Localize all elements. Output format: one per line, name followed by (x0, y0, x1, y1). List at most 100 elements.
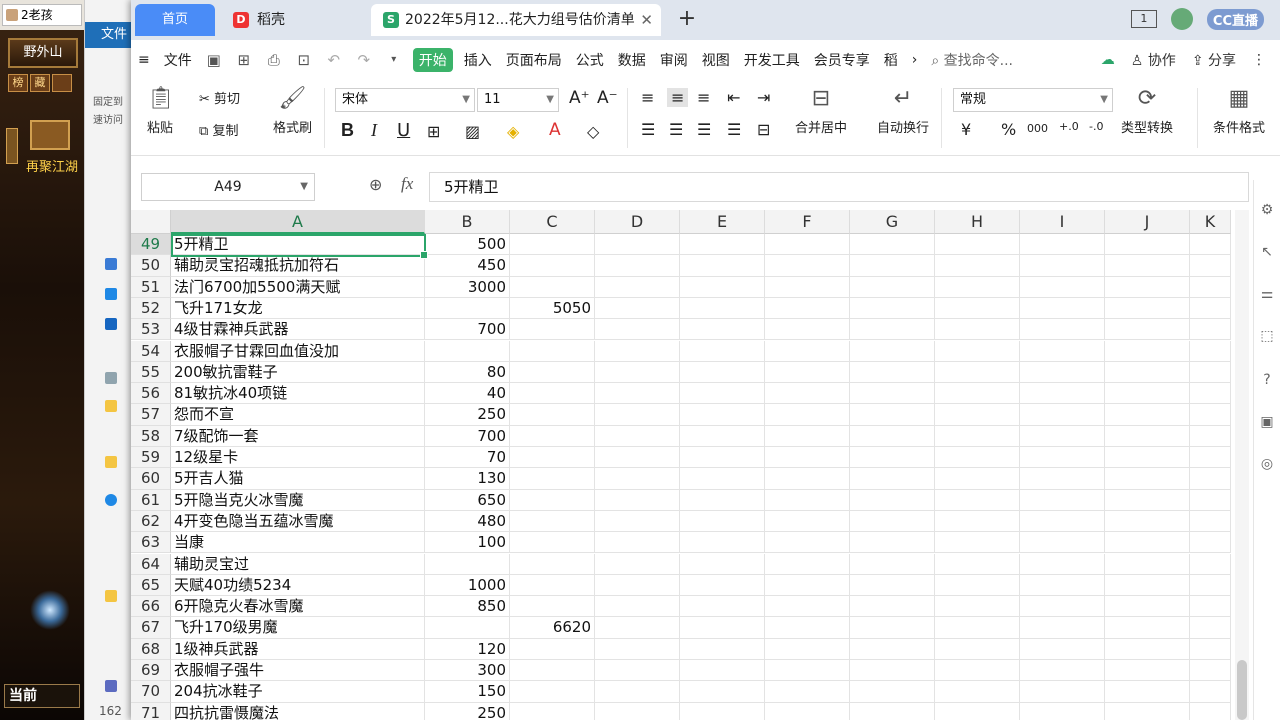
cell-h[interactable] (935, 489, 1020, 511)
computer-icon[interactable] (105, 680, 117, 692)
cell-d[interactable] (595, 447, 680, 469)
hamburger-menu-icon[interactable]: ≡ (131, 52, 157, 68)
conditional-format-button[interactable]: ▦ 条件格式 (1213, 86, 1265, 136)
cell-a[interactable]: 衣服帽子强牛 (171, 660, 425, 682)
cell-h[interactable] (935, 596, 1020, 618)
cell-h[interactable] (935, 383, 1020, 405)
cell-k[interactable] (1190, 702, 1231, 720)
cell-b[interactable]: 250 (425, 702, 510, 720)
cell-d[interactable] (595, 255, 680, 277)
cell-a[interactable]: 1级神兵武器 (171, 638, 425, 660)
cell-h[interactable] (935, 255, 1020, 277)
vertical-scrollbar[interactable] (1235, 210, 1249, 720)
cell-e[interactable] (680, 660, 765, 682)
cell-d[interactable] (595, 468, 680, 490)
column-header-a[interactable]: A (171, 210, 425, 234)
cell-h[interactable] (935, 361, 1020, 384)
cell-i[interactable] (1020, 276, 1105, 298)
customize-quick-access-icon[interactable]: ▾ (381, 49, 407, 71)
row-header[interactable]: 64 (131, 553, 171, 575)
align-middle-icon[interactable]: ≡ (667, 88, 689, 107)
menu-insert[interactable]: 插入 (457, 50, 499, 70)
name-box[interactable]: A49 ▼ (141, 173, 315, 201)
cell-h[interactable] (935, 276, 1020, 298)
cell-g[interactable] (850, 553, 935, 575)
cell-g[interactable] (850, 510, 935, 533)
cell-k[interactable] (1190, 660, 1231, 682)
cell-a[interactable]: 81敏抗冰40项链 (171, 383, 425, 405)
formula-input[interactable]: 5开精卫 (429, 172, 1249, 202)
cell-i[interactable] (1020, 574, 1105, 597)
cell-e[interactable] (680, 510, 765, 533)
font-size-select[interactable]: 11 ▼ (477, 88, 559, 112)
menu-view[interactable]: 视图 (695, 50, 737, 70)
row-header[interactable]: 54 (131, 340, 171, 362)
cell-g[interactable] (850, 276, 935, 298)
cell-i[interactable] (1020, 617, 1105, 639)
cell-e[interactable] (680, 361, 765, 384)
cell-j[interactable] (1105, 617, 1190, 639)
cell-i[interactable] (1020, 234, 1105, 256)
row-header[interactable]: 52 (131, 297, 171, 320)
cell-e[interactable] (680, 489, 765, 511)
row-header[interactable]: 66 (131, 596, 171, 618)
select-all-corner[interactable] (131, 210, 171, 234)
cell-k[interactable] (1190, 617, 1231, 639)
cell-j[interactable] (1105, 319, 1190, 341)
row-header[interactable]: 58 (131, 425, 171, 447)
cell-f[interactable] (765, 319, 850, 341)
cell-d[interactable] (595, 510, 680, 533)
cell-g[interactable] (850, 234, 935, 256)
cell-i[interactable] (1020, 404, 1105, 426)
cell-g[interactable] (850, 340, 935, 362)
cell-d[interactable] (595, 361, 680, 384)
cell-g[interactable] (850, 660, 935, 682)
cell-f[interactable] (765, 489, 850, 511)
cell-f[interactable] (765, 276, 850, 298)
folder-icon[interactable] (105, 456, 117, 468)
increase-decimal-icon[interactable]: +.0 (1059, 120, 1079, 133)
cell-g[interactable] (850, 447, 935, 469)
cell-j[interactable] (1105, 468, 1190, 490)
cell-b[interactable]: 500 (425, 234, 510, 256)
cell-c[interactable] (510, 319, 595, 341)
cell-h[interactable] (935, 340, 1020, 362)
cell-j[interactable] (1105, 532, 1190, 554)
menu-member[interactable]: 会员专享 (807, 50, 877, 70)
font-color-icon[interactable]: A (549, 120, 561, 140)
column-header-c[interactable]: C (510, 210, 595, 234)
cell-h[interactable] (935, 660, 1020, 682)
cell-d[interactable] (595, 276, 680, 298)
cell-i[interactable] (1020, 660, 1105, 682)
cell-j[interactable] (1105, 276, 1190, 298)
cell-k[interactable] (1190, 340, 1231, 362)
cell-a[interactable]: 法门6700加5500满天赋 (171, 276, 425, 298)
align-center-icon[interactable]: ☰ (669, 120, 683, 139)
menu-daoke[interactable]: 稻 (877, 50, 905, 70)
column-header-j[interactable]: J (1105, 210, 1190, 234)
collaborate-button[interactable]: ♙ 协作 (1131, 50, 1176, 70)
menu-formula[interactable]: 公式 (569, 50, 611, 70)
cell-d[interactable] (595, 234, 680, 256)
cell-b[interactable]: 3000 (425, 276, 510, 298)
menu-data[interactable]: 数据 (611, 50, 653, 70)
cell-g[interactable] (850, 468, 935, 490)
cell-a[interactable]: 5开吉人猫 (171, 468, 425, 490)
image-icon[interactable]: ▣ (1259, 414, 1275, 430)
cell-g[interactable] (850, 574, 935, 597)
increase-font-icon[interactable]: A⁺ (569, 88, 590, 108)
cell-i[interactable] (1020, 255, 1105, 277)
cell-k[interactable] (1190, 638, 1231, 660)
cell-f[interactable] (765, 234, 850, 256)
cell-j[interactable] (1105, 553, 1190, 575)
increase-indent-icon[interactable]: ⇥ (757, 88, 770, 107)
cell-j[interactable] (1105, 681, 1190, 703)
cell-a[interactable]: 5开精卫 (171, 234, 425, 256)
cell-d[interactable] (595, 319, 680, 341)
cell-c[interactable] (510, 510, 595, 533)
cell-b[interactable]: 300 (425, 660, 510, 682)
cell-j[interactable] (1105, 234, 1190, 256)
row-header[interactable]: 69 (131, 660, 171, 682)
cell-c[interactable] (510, 596, 595, 618)
help-icon[interactable]: ? (1259, 372, 1275, 388)
